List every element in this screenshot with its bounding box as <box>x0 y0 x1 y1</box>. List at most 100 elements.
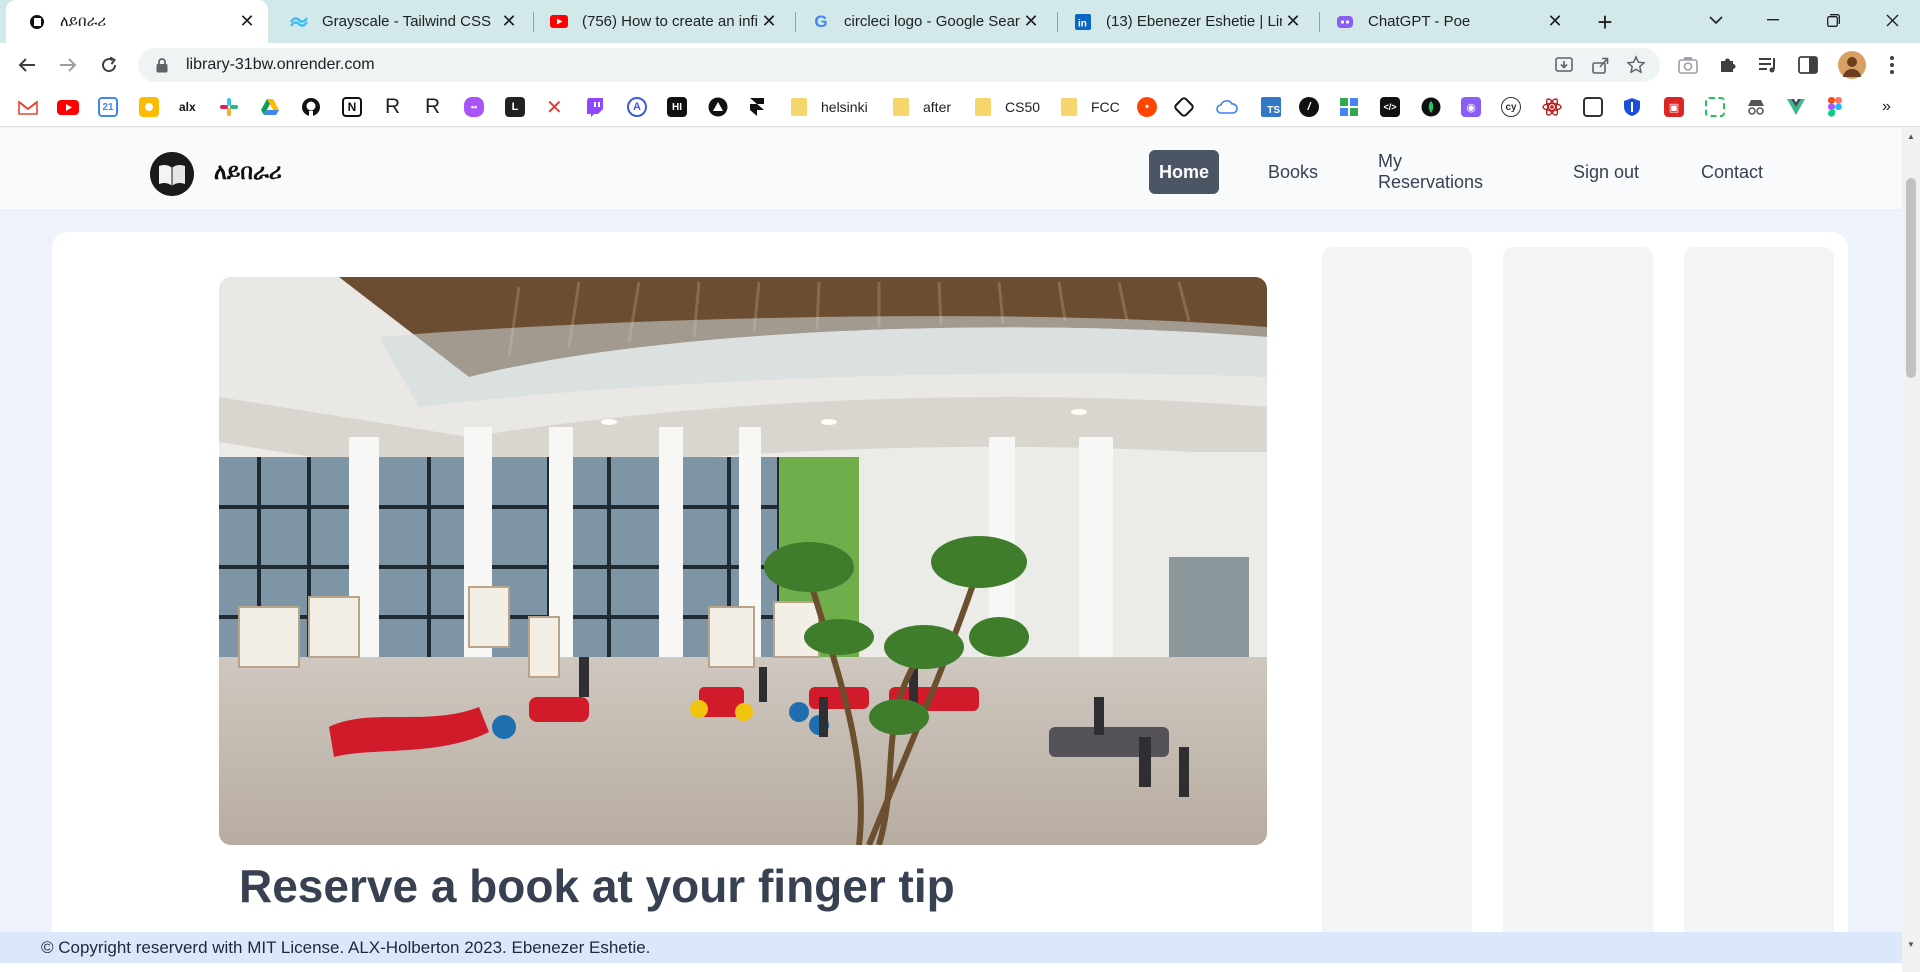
tab-linkedin[interactable]: in (13) Ebenezer Eshetie | Link ✕ <box>1052 0 1314 43</box>
folder-icon <box>1061 98 1077 116</box>
close-tab-icon[interactable]: ✕ <box>1282 11 1304 33</box>
minimize-icon[interactable] <box>1745 0 1801 40</box>
menu-kebab-icon[interactable] <box>1880 53 1904 77</box>
youtube-bookmark-icon[interactable] <box>57 96 79 118</box>
alx-icon[interactable]: alx <box>179 96 196 118</box>
nav-contact[interactable]: Contact <box>1688 150 1776 194</box>
browser-tab-strip: ለይበራሪ ✕ Grayscale - Tailwind CSS ✕ (756)… <box>0 0 1920 43</box>
restore-icon[interactable] <box>1805 0 1861 40</box>
twitch-icon[interactable] <box>586 96 604 118</box>
google-drive-icon[interactable] <box>260 96 280 118</box>
book-logo-icon[interactable] <box>150 152 194 196</box>
more-bookmarks-icon[interactable]: » <box>1882 96 1891 118</box>
square-outline-icon[interactable] <box>1583 96 1603 118</box>
close-tab-icon[interactable]: ✕ <box>758 11 780 33</box>
tab-library[interactable]: ለይበራሪ ✕ <box>6 0 268 43</box>
close-window-icon[interactable] <box>1864 0 1920 40</box>
page-bottom-strip <box>0 963 1902 972</box>
page-scrollbar[interactable]: ▲ ▼ <box>1902 128 1920 972</box>
profile-avatar-icon[interactable] <box>1838 51 1866 79</box>
leetcode-icon[interactable]: L <box>505 96 525 118</box>
site-navbar: ለይበራሪ Home Books My Reservations Sign ou… <box>0 128 1902 210</box>
extensions-puzzle-icon[interactable] <box>1716 53 1740 77</box>
tab-title: Grayscale - Tailwind CSS <box>322 13 491 30</box>
folder-helsinki[interactable]: helsinki <box>791 96 868 118</box>
address-bar[interactable]: library-31bw.onrender.com <box>138 48 1660 82</box>
page-viewport: ለይበራሪ Home Books My Reservations Sign ou… <box>0 128 1902 932</box>
new-tab-icon[interactable]: + <box>1590 7 1620 37</box>
nav-sign-out[interactable]: Sign out <box>1558 150 1654 194</box>
a-circle-icon[interactable]: A <box>627 96 647 118</box>
close-tab-icon[interactable]: ✕ <box>1544 11 1566 33</box>
reddit-icon[interactable]: • <box>1137 96 1157 118</box>
react-atom-icon[interactable] <box>1542 96 1562 118</box>
grid-apps-icon[interactable] <box>1339 96 1359 118</box>
slack-icon[interactable] <box>219 96 239 118</box>
site-logo-text[interactable]: ለይበራሪ <box>214 160 282 185</box>
folder-icon <box>893 98 909 116</box>
media-controls-icon[interactable] <box>1756 53 1780 77</box>
tab-title: (756) How to create an infi <box>582 13 758 30</box>
browser-toolbar: library-31bw.onrender.com <box>0 43 1920 87</box>
forward-arrow-icon[interactable] <box>53 50 83 80</box>
cloud-icon[interactable] <box>1216 96 1238 118</box>
tab-poe[interactable]: ChatGPT - Poe ✕ <box>1314 0 1576 43</box>
incognito-icon[interactable] <box>1746 96 1766 118</box>
github-icon[interactable] <box>301 96 321 118</box>
x-mark-icon[interactable]: ✕ <box>546 96 563 119</box>
share-icon[interactable] <box>1590 55 1610 80</box>
discord-icon[interactable]: •• <box>464 96 484 118</box>
code-brackets-icon[interactable]: </> <box>1380 96 1400 118</box>
close-tab-icon[interactable]: ✕ <box>498 11 520 33</box>
triangle-logo-icon[interactable] <box>708 96 728 118</box>
nav-my-reservations[interactable]: My Reservations <box>1364 150 1526 194</box>
notion-icon[interactable]: N <box>342 96 362 118</box>
vue-icon[interactable] <box>1786 96 1806 118</box>
dotted-square-icon[interactable] <box>1705 96 1725 118</box>
close-tab-icon[interactable]: ✕ <box>236 11 258 33</box>
url-text: library-31bw.onrender.com <box>186 56 375 73</box>
scroll-up-arrow-icon[interactable]: ▲ <box>1906 132 1916 142</box>
podcast-icon[interactable]: ◉ <box>1461 96 1481 118</box>
back-arrow-icon[interactable] <box>12 50 42 80</box>
folder-after[interactable]: after <box>893 96 951 118</box>
scrollbar-thumb[interactable] <box>1906 178 1916 378</box>
bookmark-star-icon[interactable] <box>1626 55 1646 80</box>
slash-circle-icon[interactable]: / <box>1299 96 1319 118</box>
folder-label: helsinki <box>821 99 868 115</box>
red-box-icon[interactable]: ▣ <box>1664 96 1684 118</box>
nav-home[interactable]: Home <box>1149 150 1219 194</box>
reload-icon[interactable] <box>94 50 124 80</box>
camera-extension-icon[interactable] <box>1676 53 1700 77</box>
codepen-icon[interactable] <box>1172 95 1196 119</box>
tab-tailwind[interactable]: Grayscale - Tailwind CSS ✕ <box>268 0 530 43</box>
r-bookmark-icon[interactable]: R <box>385 95 400 118</box>
site-logo-icon <box>28 13 46 31</box>
lock-icon[interactable] <box>152 57 172 73</box>
typescript-icon[interactable]: TS <box>1261 96 1281 118</box>
hackerrank-icon[interactable]: HI <box>667 96 687 118</box>
side-panel-icon[interactable] <box>1796 53 1820 77</box>
calendar-icon[interactable]: 21 <box>98 96 118 118</box>
keep-icon[interactable] <box>139 96 159 118</box>
figma-icon[interactable] <box>1828 96 1842 118</box>
tab-title: ለይበራሪ <box>60 13 107 30</box>
leaf-circle-icon[interactable] <box>1421 96 1441 118</box>
tab-search-chevron-icon[interactable] <box>1688 0 1744 40</box>
framer-icon[interactable] <box>749 96 765 118</box>
tab-youtube[interactable]: (756) How to create an infi ✕ <box>528 0 790 43</box>
gmail-icon[interactable] <box>18 96 38 118</box>
folder-fcc[interactable]: FCC <box>1061 96 1120 118</box>
close-tab-icon[interactable]: ✕ <box>1020 11 1042 33</box>
cypress-icon[interactable]: cy <box>1501 96 1521 118</box>
install-app-icon[interactable] <box>1554 55 1574 80</box>
r-bookmark-icon[interactable]: R <box>425 95 440 118</box>
tab-google[interactable]: G circleci logo - Google Sear ✕ <box>790 0 1052 43</box>
scroll-down-arrow-icon[interactable]: ▼ <box>1906 940 1916 950</box>
linkedin-icon: in <box>1074 13 1092 31</box>
shield-icon[interactable] <box>1623 96 1641 118</box>
youtube-icon <box>550 13 568 31</box>
nav-books[interactable]: Books <box>1254 150 1332 194</box>
footer-copyright: © Copyright reserverd with MIT License. … <box>41 937 651 957</box>
folder-cs50[interactable]: CS50 <box>975 96 1040 118</box>
